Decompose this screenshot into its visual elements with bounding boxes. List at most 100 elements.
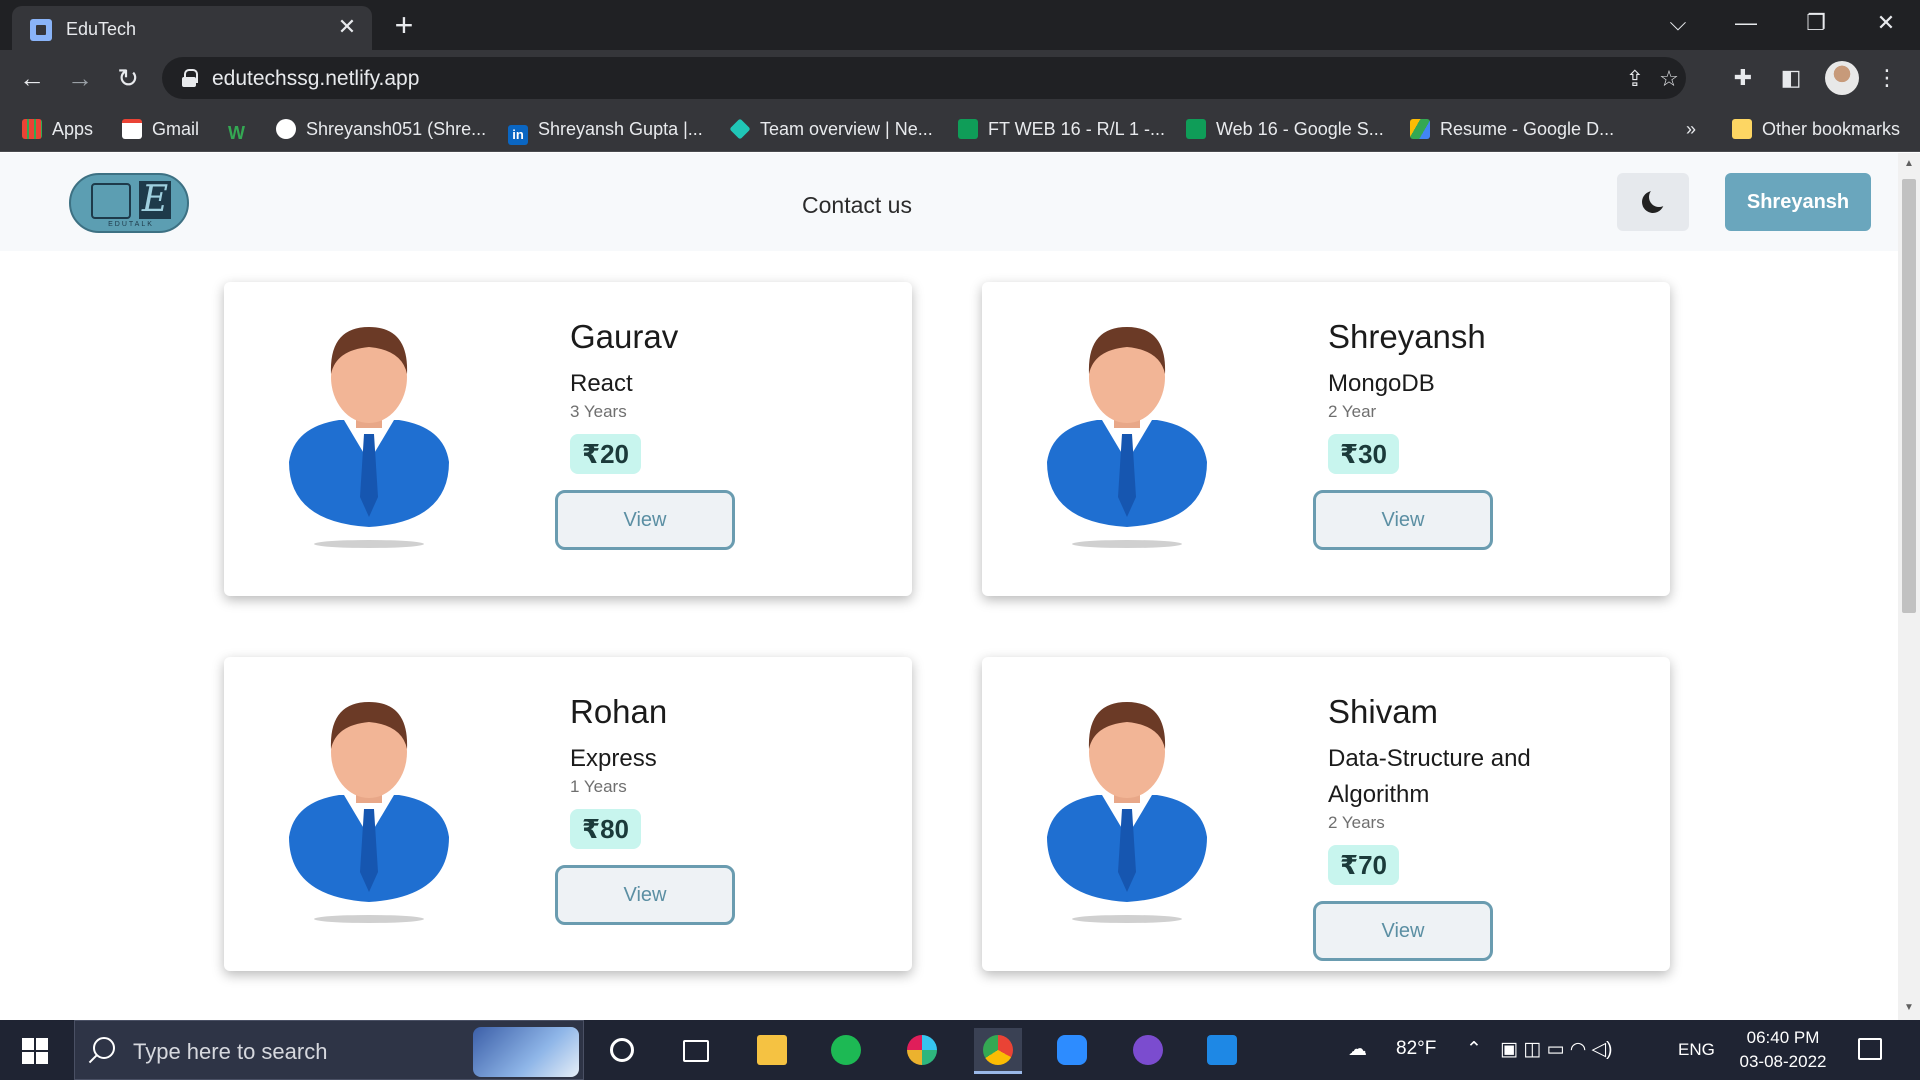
page-content: E EDUTALK Contact us Shreyansh Gaurav Re… [0,153,1898,1020]
tutor-subject: Data-Structure and Algorithm [1328,745,1531,808]
bookmark-team-overview[interactable]: Team overview | Ne... [729,117,933,141]
bookmark-gmail[interactable]: Gmail [122,117,199,141]
tutor-card: Shreyansh MongoDB 2 Year ₹30 View [982,282,1670,596]
address-bar[interactable]: edutechssg.netlify.app ⇪ ☆ [162,57,1686,99]
back-button[interactable]: ← [16,62,48,94]
search-highlight-image [473,1027,579,1077]
reload-button[interactable]: ↻ [112,62,144,94]
tutor-price: ₹20 [570,434,642,474]
tutor-experience: 2 Year [1328,402,1377,421]
tutor-card: Rohan Express 1 Years ₹80 View [224,657,912,971]
folder-icon [1732,119,1752,139]
bookmarks-overflow-icon[interactable]: » [1686,117,1696,141]
search-icon [93,1037,115,1059]
bookmark-w[interactable]: W [228,117,258,143]
new-tab-button[interactable]: + [388,9,420,41]
taskbar-search-placeholder[interactable]: Type here to search [133,1039,327,1065]
tutor-avatar-icon [1047,702,1207,923]
tutor-name: Shivam [1328,693,1439,730]
clock-date: 03-08-2022 [1739,1052,1827,1071]
tutor-experience: 3 Years [570,402,627,421]
url-text[interactable]: edutechssg.netlify.app [212,67,419,91]
weather-cloud-icon[interactable]: ☁ [1348,1038,1367,1061]
bookmark-resume[interactable]: Resume - Google D... [1410,117,1614,141]
browser-tab-strip: EduTech ✕ + ⌵ — ❐ ✕ [0,0,1920,50]
chrome-icon[interactable] [974,1028,1022,1074]
scroll-down-arrow-icon[interactable]: ▼ [1902,1001,1916,1015]
gmail-icon [122,119,142,139]
vscode-icon[interactable] [1198,1028,1246,1074]
logo-letter: E [139,181,171,219]
notification-center-icon[interactable] [1858,1038,1882,1060]
tutor-experience: 2 Years [1328,813,1385,832]
sheets-icon [958,119,978,139]
people-chat-icon [91,183,131,219]
tutor-subject: MongoDB [1328,370,1435,397]
site-header: E EDUTALK Contact us Shreyansh [0,153,1898,251]
language-indicator[interactable]: ENG [1678,1040,1715,1060]
scroll-up-arrow-icon[interactable]: ▲ [1902,157,1916,171]
weather-temp[interactable]: 82°F [1396,1038,1436,1060]
bookmark-github[interactable]: Shreyansh051 (Shre... [276,117,486,141]
diamond-icon [729,118,751,140]
tutor-name: Gaurav [570,318,679,355]
page-scrollbar[interactable]: ▲ ▼ [1898,153,1920,1020]
tutor-card: Gaurav React 3 Years ₹20 View [224,282,912,596]
windows-start-icon[interactable] [22,1038,48,1064]
spotify-icon[interactable] [822,1028,870,1074]
site-favicon-icon [30,19,52,41]
clock-time: 06:40 PM [1746,1028,1820,1047]
minimize-button[interactable]: — [1726,8,1766,38]
tutor-name: Shreyansh [1328,318,1486,355]
apps-grid-icon [22,119,42,139]
menu-kebab-icon[interactable]: ⋮ [1872,63,1902,93]
tab-search-icon[interactable]: ⌵ [1658,8,1698,38]
view-button[interactable]: View [555,865,735,925]
site-logo[interactable]: E EDUTALK [69,173,189,233]
share-icon[interactable]: ⇪ [1622,66,1648,92]
taskbar-search-box[interactable]: Type here to search [74,1020,584,1080]
github-icon [276,119,296,139]
other-bookmarks[interactable]: Other bookmarks [1732,117,1900,141]
browser-tab[interactable]: EduTech ✕ [12,6,372,50]
bookmark-web16[interactable]: Web 16 - Google S... [1186,117,1384,141]
tray-chevron-icon[interactable]: ⌃ [1466,1038,1482,1061]
zoom-icon[interactable] [1048,1028,1096,1074]
file-explorer-icon[interactable] [748,1028,796,1074]
forward-button[interactable]: → [64,62,96,94]
task-view-icon[interactable] [672,1028,720,1074]
scrollbar-thumb[interactable] [1902,179,1916,613]
tab-close-icon[interactable]: ✕ [334,14,360,40]
view-button[interactable]: View [1313,901,1493,961]
system-tray-icons[interactable]: ▣ ◫ ▭ ◠ ◁) [1500,1038,1613,1061]
taskbar-clock[interactable]: 06:40 PM 03-08-2022 [1728,1026,1838,1074]
side-panel-icon[interactable]: ◧ [1776,63,1806,93]
lock-icon[interactable] [182,69,198,87]
tutor-experience: 1 Years [570,777,627,796]
contact-us-link[interactable]: Contact us [802,192,912,219]
extensions-puzzle-icon[interactable]: ✚ [1728,63,1758,93]
tutor-card: Shivam Data-Structure and Algorithm 2 Ye… [982,657,1670,971]
github-desktop-icon[interactable] [1124,1028,1172,1074]
bookmark-apps[interactable]: Apps [22,117,93,141]
restore-button[interactable]: ❐ [1796,8,1836,38]
tutor-price: ₹80 [570,809,642,849]
view-button[interactable]: View [1313,490,1493,550]
bookmarks-bar: Apps Gmail W Shreyansh051 (Shre... in Shr… [0,106,1920,152]
user-button[interactable]: Shreyansh [1725,173,1871,231]
bookmark-ft-web[interactable]: FT WEB 16 - R/L 1 -... [958,117,1165,141]
slack-icon[interactable] [898,1028,946,1074]
tutor-avatar-icon [289,327,449,548]
tutor-name: Rohan [570,693,668,730]
view-button[interactable]: View [555,490,735,550]
profile-avatar[interactable] [1825,61,1859,95]
tutor-price: ₹70 [1328,845,1400,885]
cortana-icon[interactable] [598,1028,646,1074]
bookmark-star-icon[interactable]: ☆ [1656,66,1682,92]
linkedin-icon: in [508,125,528,145]
bookmark-linkedin[interactable]: in Shreyansh Gupta |... [508,117,703,145]
tab-title: EduTech [66,19,137,39]
windows-taskbar: Type here to search ☁ 82°F ⌃ ▣ ◫ ▭ ◠ ◁) … [0,1020,1920,1080]
dark-mode-toggle[interactable] [1617,173,1689,231]
close-window-button[interactable]: ✕ [1866,8,1906,38]
